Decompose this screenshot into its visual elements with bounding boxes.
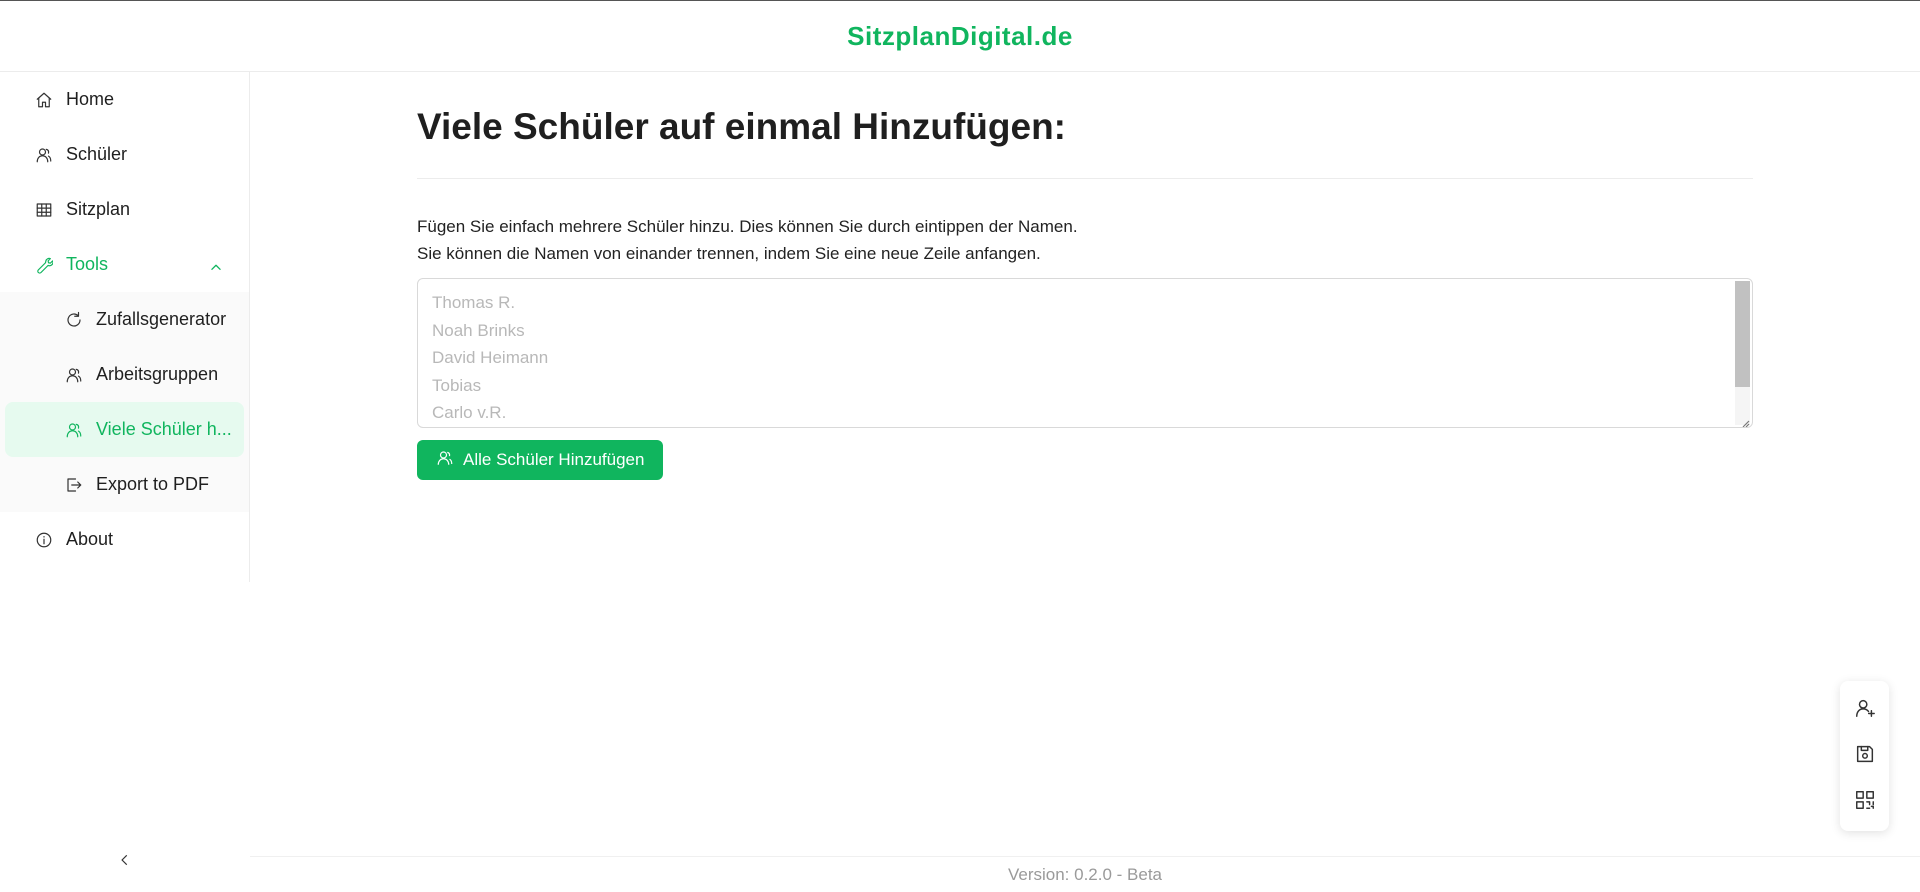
footer: Version: 0.2.0 - Beta: [250, 856, 1920, 892]
tools-submenu: Zufallsgenerator Arbeitsgruppen Viele Sc…: [0, 292, 249, 512]
sidebar-item-label: Arbeitsgruppen: [96, 364, 219, 384]
sidebar-item-label: Tools: [66, 254, 109, 274]
users-icon: [34, 145, 54, 165]
sidebar-item-schueler[interactable]: Schüler: [0, 127, 249, 182]
save-icon: [1854, 743, 1876, 770]
sidebar-item-tools[interactable]: Tools: [0, 237, 249, 292]
main-content: Viele Schüler auf einmal Hinzufügen: Füg…: [417, 72, 1753, 480]
add-all-students-button[interactable]: Alle Schüler Hinzufügen: [417, 440, 664, 480]
description-line-2: Sie können die Namen von einander trenne…: [417, 244, 1041, 263]
add-user-icon: [1854, 697, 1876, 724]
sidebar-item-label: Sitzplan: [66, 199, 131, 219]
resize-grip-icon[interactable]: [1740, 415, 1750, 427]
qr-code-icon: [1854, 789, 1876, 816]
sidebar-item-home[interactable]: Home: [0, 72, 249, 127]
sidebar-collapse-button[interactable]: [115, 852, 135, 872]
refresh-icon: [64, 310, 84, 330]
users-icon: [436, 449, 463, 472]
add-user-button[interactable]: [1851, 696, 1879, 724]
users-icon: [64, 365, 84, 385]
sidebar-item-label: Home: [66, 89, 115, 109]
sidebar-item-label: Viele Schüler h...: [96, 419, 232, 439]
sidebar-item-about[interactable]: About: [0, 512, 249, 567]
chevron-left-icon: [118, 853, 132, 872]
sidebar-item-label: Export to PDF: [96, 474, 210, 494]
divider: [417, 178, 1753, 179]
home-icon: [34, 90, 54, 110]
floating-action-panel: [1840, 681, 1889, 831]
sidebar-item-label: Zufallsgenerator: [96, 309, 227, 329]
app-header: SitzplanDigital.de: [0, 0, 1920, 72]
sidebar-item-viele-schueler[interactable]: Viele Schüler h...: [5, 402, 244, 457]
sidebar: Home Schüler Sitzplan Tools Zufallsgener…: [0, 72, 250, 582]
users-icon: [64, 420, 84, 440]
export-icon: [64, 475, 84, 495]
table-icon: [34, 200, 54, 220]
sidebar-item-zufallsgenerator[interactable]: Zufallsgenerator: [0, 292, 249, 347]
chevron-up-icon[interactable]: [209, 258, 223, 272]
save-button[interactable]: [1851, 742, 1879, 770]
description: Fügen Sie einfach mehrere Schüler hinzu.…: [417, 213, 1753, 267]
brand-logo[interactable]: SitzplanDigital.de: [847, 21, 1073, 52]
textarea-scrollbar[interactable]: [1735, 281, 1750, 425]
sidebar-item-export-pdf[interactable]: Export to PDF: [0, 457, 249, 512]
sidebar-item-label: Schüler: [66, 144, 128, 164]
scrollbar-thumb[interactable]: [1735, 281, 1750, 387]
page-title: Viele Schüler auf einmal Hinzufügen:: [417, 106, 1066, 147]
wrench-icon: [34, 255, 54, 275]
names-textarea[interactable]: [418, 279, 1752, 427]
version-text: Version: 0.2.0 - Beta: [1007, 864, 1163, 884]
names-textarea-container: [417, 278, 1753, 428]
description-line-1: Fügen Sie einfach mehrere Schüler hinzu.…: [417, 217, 1078, 236]
qr-code-button[interactable]: [1851, 788, 1879, 816]
sidebar-item-arbeitsgruppen[interactable]: Arbeitsgruppen: [0, 347, 249, 402]
sidebar-item-label: About: [66, 529, 114, 549]
sidebar-item-sitzplan[interactable]: Sitzplan: [0, 182, 249, 237]
info-icon: [34, 530, 54, 550]
add-all-students-label: Alle Schüler Hinzufügen: [463, 450, 645, 469]
